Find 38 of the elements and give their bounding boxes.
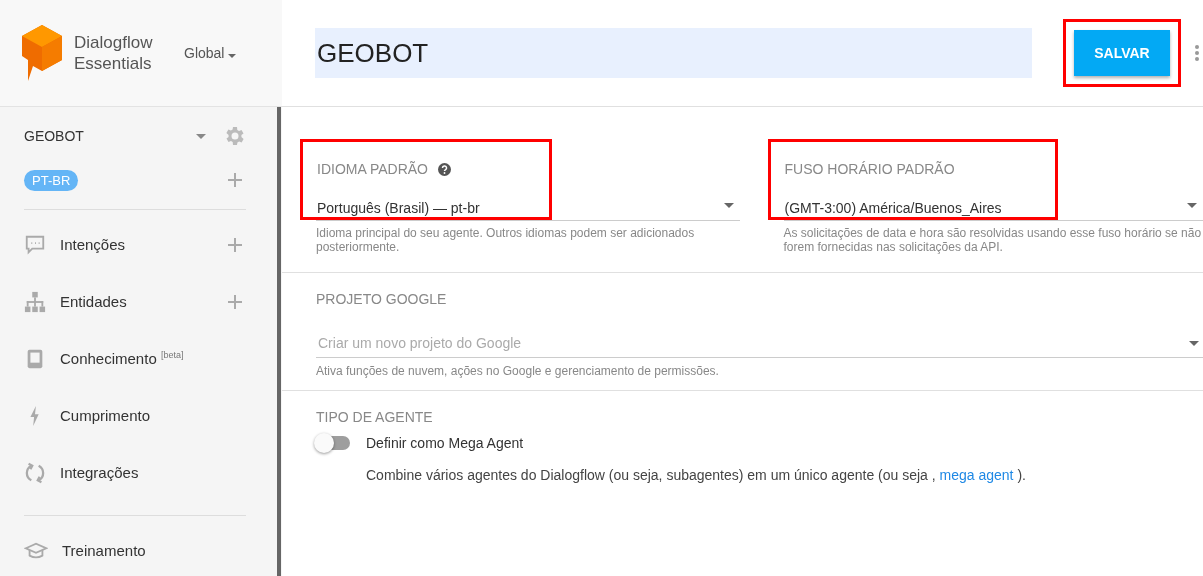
caret-icon[interactable] [196,133,206,139]
field-value: (GMT-3:00) América/Buenos_Aires [784,200,1003,216]
mega-agent-link[interactable]: mega agent [939,467,1014,483]
field-label: FUSO HORÁRIO PADRÃO [784,161,955,177]
logo-icon [22,25,62,81]
nav-item[interactable]: Integrações [60,464,246,481]
section-label: TIPO DE AGENTE [316,409,434,425]
add-icon[interactable] [228,173,242,187]
nav-item[interactable]: Treinamento [62,542,246,559]
hierarchy-icon [24,290,46,313]
help-icon[interactable] [438,162,451,176]
chat-icon [24,233,46,256]
caret-icon [1187,203,1197,208]
caret-icon [723,203,734,208]
field-hint: Ativa funções de nuvem, ações no Google e gerenciamento de permissões. [316,364,720,378]
add-icon[interactable] [228,237,242,252]
agent-name: GEOBOT [24,128,85,144]
nav-item[interactable]: Conhecimento $^{[beta]}$ [60,350,246,367]
toggle-switch[interactable] [316,436,350,450]
field-hint: Idioma principal do seu agente. Outros idiomas podem ser adicionados posteriormente. [316,226,696,254]
nav-item[interactable]: Entidades [60,293,228,310]
nav-item[interactable]: Intenções [60,236,228,253]
region-dropdown[interactable]: Global [184,45,237,61]
toggle-label: Definir como Mega Agent [366,435,524,451]
description: Combine vários agentes do Dialogflow (ou seja, subagentes) em um único agente (ou seja , mega agent ). [366,467,1027,483]
field-label: IDIOMA PADRÃO [317,161,428,177]
field-hint: As solicitações de data e hora são resolvidas usando esse fuso horário se não forem fornecidas nas solicitações da API. [783,226,1203,254]
sync-icon [24,461,46,484]
agent-name-field[interactable]: GEOBOT [315,28,1032,78]
more-icon[interactable] [1195,45,1199,61]
product-name: Dialogflow Essentials [74,32,154,74]
caret-icon [228,54,237,58]
add-icon[interactable] [228,294,242,309]
nav-item[interactable]: Cumprimento [60,407,246,424]
field-value: Português (Brasil) — pt-br [317,200,481,216]
scrollbar[interactable] [277,107,281,576]
section-label: PROJETO GOOGLE [316,291,448,307]
caret-icon [1189,340,1199,346]
